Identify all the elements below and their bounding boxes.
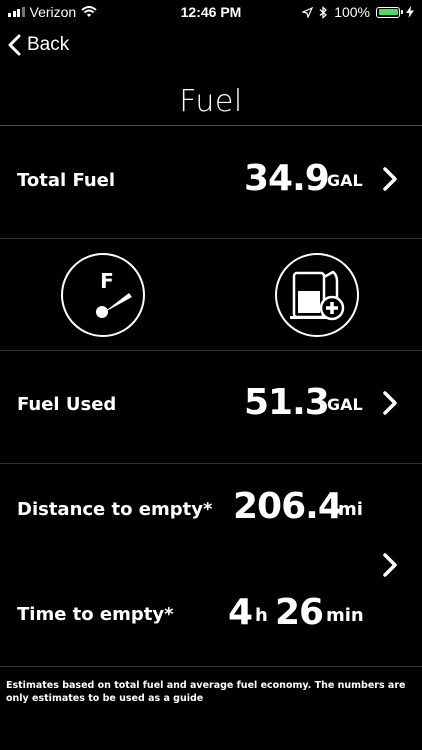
total-fuel-label: Total Fuel [17, 170, 116, 191]
fuel-gauge-icon: F [96, 269, 132, 318]
distance-to-empty-label: Distance to empty* [17, 499, 213, 520]
fuel-used-chevron-icon[interactable] [382, 390, 398, 416]
estimates-footnote: Estimates based on total fuel and averag… [6, 680, 406, 704]
bluetooth-icon [319, 5, 328, 19]
time-to-empty-hours: 4 [228, 592, 253, 633]
total-fuel-value: 34.9 [244, 158, 330, 199]
battery-icon [376, 6, 403, 18]
divider [0, 238, 422, 239]
gauge-letter: F [100, 269, 114, 293]
fuel-used-row[interactable]: Fuel Used 51.3 GAL [0, 351, 422, 463]
status-right: 100% [302, 4, 414, 20]
add-fuel-button[interactable] [275, 253, 359, 337]
back-label: Back [27, 34, 70, 55]
total-fuel-row[interactable]: Total Fuel 34.9 GAL [0, 126, 422, 238]
time-to-empty-hours-unit: h [255, 605, 268, 626]
range-estimates-chevron-icon[interactable] [382, 552, 398, 578]
distance-to-empty-unit: mi [338, 499, 363, 520]
charging-bolt-icon [406, 6, 414, 18]
status-bar: Verizon 12:46 PM 100% [0, 0, 422, 24]
fuel-gauge-button[interactable]: F [61, 253, 145, 337]
divider [0, 666, 422, 667]
total-fuel-chevron-icon[interactable] [382, 166, 398, 192]
total-fuel-unit: GAL [327, 171, 363, 190]
location-arrow-icon [302, 6, 314, 18]
time-to-empty-minutes-unit: min [326, 605, 364, 626]
distance-to-empty-value: 206.4 [233, 486, 343, 527]
time-to-empty-label: Time to empty* [17, 604, 174, 625]
fuel-used-unit: GAL [327, 395, 363, 414]
battery-percent: 100% [334, 4, 370, 20]
page-title: Fuel [179, 84, 243, 119]
range-estimates-row[interactable]: Distance to empty* 206.4 mi Time to empt… [0, 464, 422, 666]
chevron-left-icon [8, 34, 21, 56]
fuel-used-label: Fuel Used [17, 394, 117, 415]
back-button[interactable]: Back [8, 34, 69, 56]
time-to-empty-minutes: 26 [275, 592, 324, 633]
fuel-used-value: 51.3 [244, 382, 330, 423]
fuel-pump-add-icon [290, 270, 345, 321]
